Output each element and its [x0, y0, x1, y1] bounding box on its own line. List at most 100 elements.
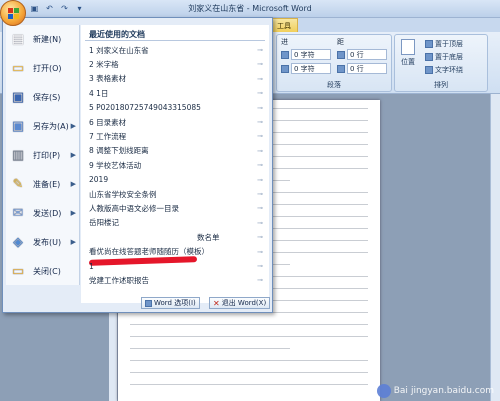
recent-document-name: 5 P020180725749043315085: [89, 103, 201, 113]
send-to-back-button[interactable]: 置于底层: [425, 52, 463, 62]
recent-document-item[interactable]: 2019 ⊸: [89, 174, 265, 186]
recent-document-name: 岳阳楼记: [89, 218, 119, 228]
title-bar: ▣ ↶ ↷ ▾ 刘家义在山东省 - Microsoft Word: [0, 0, 500, 26]
recent-document-item[interactable]: 岳阳楼记 ⊸: [89, 217, 265, 229]
recent-document-name: 2 米字格: [89, 59, 119, 69]
menu-item-label: 打印(P): [33, 150, 61, 160]
recent-document-item[interactable]: 山东省学校安全条例 ⊸: [89, 188, 265, 200]
send-back-icon: [425, 53, 433, 61]
submenu-arrow-icon: ▶: [70, 180, 76, 188]
menu-item-label: 打开(O): [33, 63, 62, 73]
arrange-group-label: 排列: [434, 81, 448, 89]
menu-item-label: 新建(N): [33, 34, 62, 44]
window-title: 刘家义在山东省 - Microsoft Word: [188, 4, 312, 13]
menu-commands: ▤ 新建(N) ▭ 打开(O) ▣ 保存(S) ▣ 另存为(A) ▶ ▥ 打印(P) ▶ ✎ 准备(E) ▶…: [6, 25, 80, 285]
recent-document-item[interactable]: 人教版高中语文必修一目录 ⊸: [89, 202, 265, 214]
menu-item-label: 保存(S): [33, 92, 61, 102]
pin-icon[interactable]: ⊸: [255, 118, 265, 126]
recent-document-item[interactable]: 3 表格素材 ⊸: [89, 73, 265, 85]
recent-document-item[interactable]: 7 工作流程 ⊸: [89, 130, 265, 142]
spacing-before-field[interactable]: 0 行: [347, 49, 387, 60]
recent-document-item[interactable]: 5 P020180725749043315085 ⊸: [89, 102, 265, 114]
bring-to-front-button[interactable]: 置于顶层: [425, 39, 463, 49]
publish-icon: ◈: [13, 234, 23, 250]
pin-icon[interactable]: ⊸: [255, 204, 265, 212]
recent-documents-panel: 最近使用的文档 1 刘家义在山东省 ⊸ 2 米字格 ⊸ 3 表格素材 ⊸ 4 1日 ⊸ 5 P0…: [81, 25, 269, 303]
recent-document-name: 7 工作流程: [89, 131, 127, 141]
exit-word-button[interactable]: ✕ 退出 Word(X): [209, 297, 271, 309]
submenu-arrow-icon: ▶: [70, 238, 76, 246]
menu-item-2[interactable]: ▣ 保存(S): [6, 83, 80, 111]
pin-icon[interactable]: ⊸: [255, 219, 265, 227]
document-text-line: [130, 372, 368, 373]
menu-item-1[interactable]: ▭ 打开(O): [6, 54, 80, 82]
recent-document-name: 人教版高中语文必修一目录: [89, 203, 179, 213]
recent-documents-header: 最近使用的文档: [89, 30, 145, 39]
pin-icon[interactable]: ⊸: [255, 276, 265, 284]
office-button[interactable]: [0, 0, 26, 26]
position-button[interactable]: 位置: [399, 39, 417, 67]
menu-item-3[interactable]: ▣ 另存为(A) ▶: [6, 112, 80, 140]
spacing-after-icon: [337, 64, 345, 73]
menu-item-label: 另存为(A): [33, 121, 69, 131]
pin-icon[interactable]: ⊸: [255, 46, 265, 54]
menu-item-label: 发送(D): [33, 208, 62, 218]
recent-document-name: 2019: [89, 175, 109, 185]
menu-item-4[interactable]: ▥ 打印(P) ▶: [6, 141, 80, 169]
pin-icon[interactable]: ⊸: [255, 248, 265, 256]
spacing-before-icon: [337, 50, 345, 59]
tab-context-tools[interactable]: 工具: [270, 18, 298, 32]
close-folder-icon: ▭: [11, 263, 25, 279]
open-folder-icon: ▭: [11, 60, 25, 76]
menu-item-label: 准备(E): [33, 179, 61, 189]
menu-item-0[interactable]: ▤ 新建(N): [6, 25, 80, 53]
bring-front-icon: [425, 40, 433, 48]
recent-document-item[interactable]: 1 ⊸: [89, 260, 265, 272]
vertical-scrollbar[interactable]: [490, 94, 500, 401]
recent-document-name: 1: [89, 261, 94, 271]
pin-icon[interactable]: ⊸: [255, 75, 265, 83]
indent-left-field[interactable]: 0 字符: [291, 49, 331, 60]
prepare-icon: ✎: [12, 176, 24, 192]
word-options-button[interactable]: Word 选项(I): [141, 297, 200, 309]
divider: [85, 40, 265, 41]
new-document-icon: ▤: [11, 31, 25, 47]
pin-icon[interactable]: ⊸: [255, 60, 265, 68]
menu-item-label: 关闭(C): [33, 266, 61, 276]
pin-icon[interactable]: ⊸: [255, 176, 265, 184]
pin-icon[interactable]: ⊸: [255, 89, 265, 97]
position-icon: [401, 39, 415, 55]
recent-document-name: 8 调整下划线距离: [89, 146, 149, 156]
recent-document-item[interactable]: 看优尚在线答题老师随随历（模板） ⊸: [89, 246, 265, 258]
document-text-line: [130, 384, 368, 385]
pin-icon[interactable]: ⊸: [255, 132, 265, 140]
pin-icon[interactable]: ⊸: [255, 190, 265, 198]
menu-item-7[interactable]: ◈ 发布(U) ▶: [6, 228, 80, 256]
recent-document-item[interactable]: 1 刘家义在山东省 ⊸: [89, 44, 265, 56]
recent-document-item[interactable]: 9 学校艺体活动 ⊸: [89, 159, 265, 171]
exit-icon: ✕: [213, 298, 220, 308]
save-icon: ▣: [11, 89, 25, 105]
recent-document-name: 6 目录素材: [89, 117, 127, 127]
recent-document-item[interactable]: 6 目录素材 ⊸: [89, 116, 265, 128]
pin-icon[interactable]: ⊸: [255, 233, 265, 241]
recent-document-item[interactable]: 数名单 ⊸: [197, 231, 265, 243]
menu-item-6[interactable]: ✉ 发送(D) ▶: [6, 199, 80, 227]
recent-document-item[interactable]: 党建工作述职报告 ⊸: [89, 274, 265, 286]
menu-item-5[interactable]: ✎ 准备(E) ▶: [6, 170, 80, 198]
pin-icon[interactable]: ⊸: [255, 104, 265, 112]
document-text-line: [130, 324, 368, 325]
recent-document-item[interactable]: 8 调整下划线距离 ⊸: [89, 145, 265, 157]
recent-document-name: 4 1日: [89, 88, 109, 98]
indent-right-field[interactable]: 0 字符: [291, 63, 331, 74]
text-wrap-button[interactable]: 文字环绕: [425, 65, 463, 75]
recent-document-item[interactable]: 2 米字格 ⊸: [89, 58, 265, 70]
recent-document-item[interactable]: 4 1日 ⊸: [89, 87, 265, 99]
pin-icon[interactable]: ⊸: [255, 161, 265, 169]
pin-icon[interactable]: ⊸: [255, 262, 265, 270]
print-icon: ▥: [11, 147, 25, 163]
baidu-paw-icon: [376, 384, 391, 398]
pin-icon[interactable]: ⊸: [255, 147, 265, 155]
spacing-after-field[interactable]: 0 行: [347, 63, 387, 74]
menu-item-8[interactable]: ▭ 关闭(C): [6, 257, 80, 285]
